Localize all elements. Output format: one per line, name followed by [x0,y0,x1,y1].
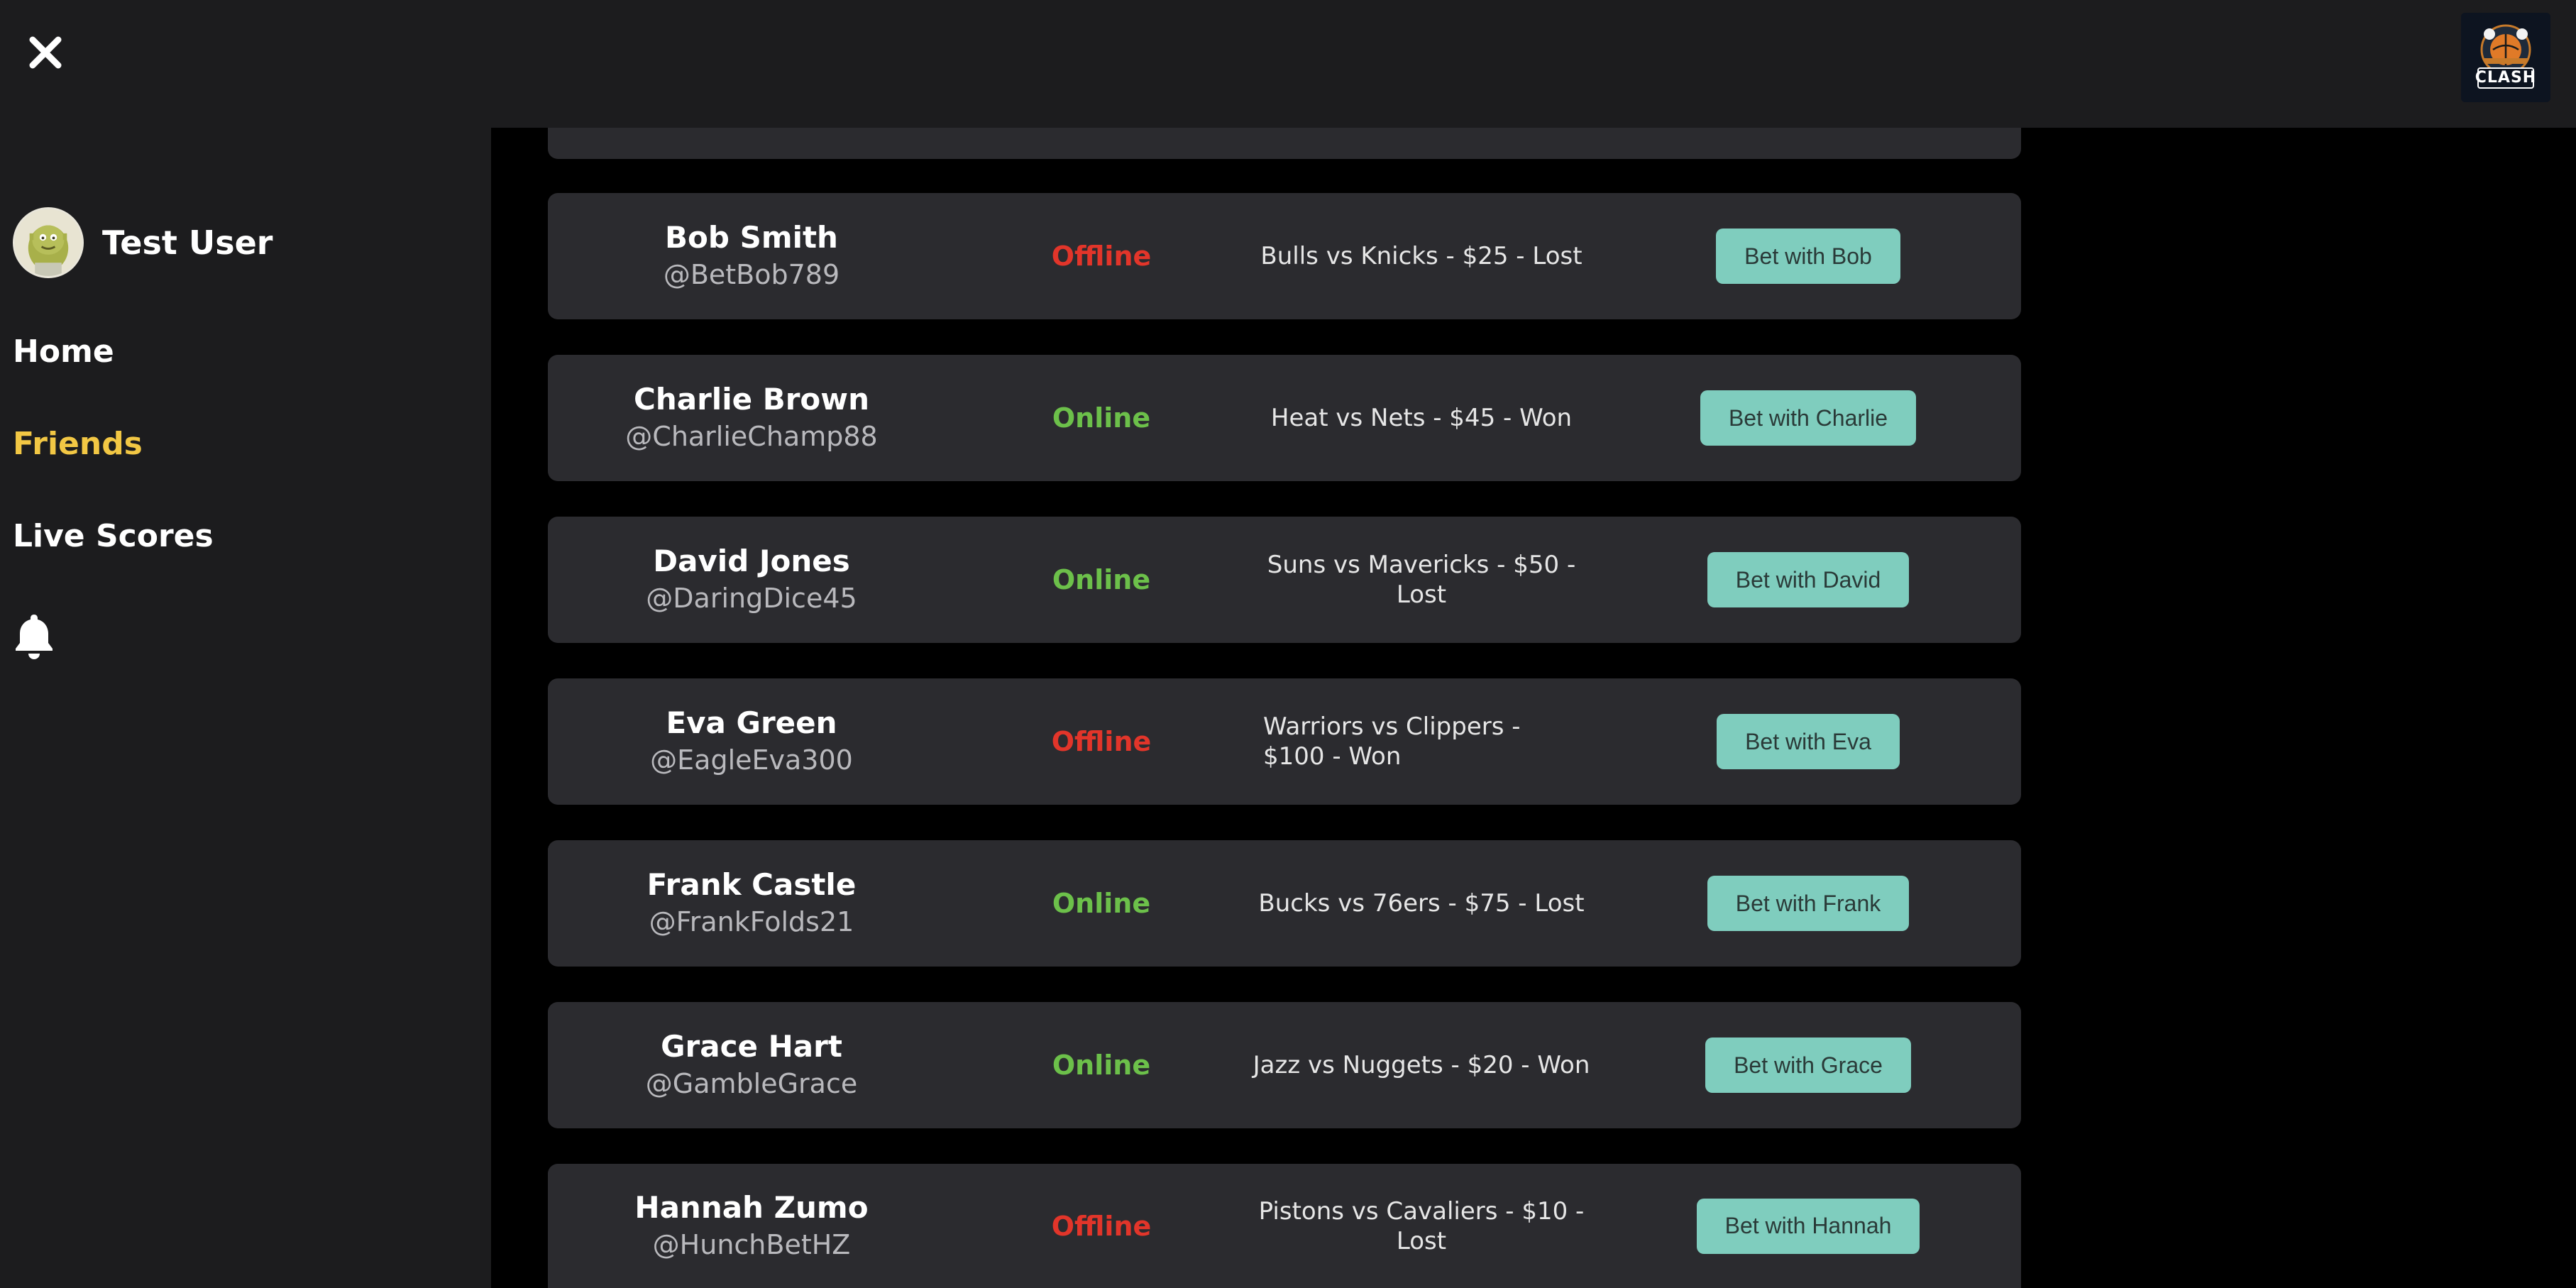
status-badge: Online [1052,1050,1151,1081]
bet-with-button[interactable]: Bet with David [1707,552,1910,607]
friend-row: Eva Green @EagleEva300 Offline Warriors … [548,678,2021,805]
user-profile[interactable]: Test User [13,207,273,278]
friend-handle: @DaringDice45 [646,583,857,614]
friend-handle: @HunchBetHZ [652,1228,851,1260]
app-logo[interactable]: CLASH [2461,13,2550,102]
friend-row: David Jones @DaringDice45 Online Suns vs… [548,517,2021,643]
avatar-image [15,209,82,276]
bet-with-button[interactable]: Bet with Frank [1707,876,1910,931]
bet-with-button[interactable]: Bet with Charlie [1700,390,1917,446]
friend-row: Charlie Brown @CharlieChamp88 Online Hea… [548,355,2021,481]
friend-action: Bet with Eva [1595,678,2021,805]
friend-name: Eva Green [666,705,837,740]
friend-identity: Frank Castle @FrankFolds21 [548,840,955,967]
status-badge: Online [1052,888,1151,919]
close-icon[interactable] [24,31,67,74]
friend-name: David Jones [653,544,850,578]
friend-handle: @CharlieChamp88 [625,421,878,452]
friend-action: Bet with Frank [1595,840,2021,967]
last-bet: Warriors vs Clippers - $100 - Won [1263,712,1521,771]
friend-name: Grace Hart [661,1029,842,1064]
user-name: Test User [102,224,273,262]
friend-name: Bob Smith [665,220,838,255]
friend-action: Bet with Bob [1595,193,2021,319]
friend-action: Bet with Charlie [1595,355,2021,481]
friend-handle: @EagleEva300 [650,744,853,776]
friend-handle: @FrankFolds21 [649,906,854,937]
bet-with-button[interactable]: Bet with Grace [1705,1037,1911,1093]
status-badge: Offline [1051,241,1152,272]
sidebar: Test User Home Friends Live Scores [0,0,491,1288]
friend-name: Charlie Brown [634,382,869,417]
top-bar: CLASH [0,0,2576,128]
nav-live-scores[interactable]: Live Scores [13,518,214,554]
last-bet: Pistons vs Cavaliers - $10 - Lost [1258,1196,1585,1255]
bet-with-button[interactable]: Bet with Eva [1717,714,1900,769]
status-badge: Offline [1051,726,1152,757]
status-badge: Online [1052,402,1151,434]
friend-row: Frank Castle @FrankFolds21 Online Bucks … [548,840,2021,967]
last-bet: Heat vs Nets - $45 - Won [1270,404,1573,432]
nav-home[interactable]: Home [13,334,114,370]
friend-identity: Eva Green @EagleEva300 [548,678,955,805]
bet-with-button[interactable]: Bet with Bob [1716,229,1900,284]
friend-identity: Hannah Zumo @HunchBetHZ [548,1164,955,1288]
nav-friends[interactable]: Friends [13,426,143,462]
friend-handle: @GambleGrace [645,1068,858,1099]
friend-action: Bet with Hannah [1595,1164,2021,1288]
bet-with-button[interactable]: Bet with Hannah [1696,1198,1920,1254]
last-bet: Suns vs Mavericks - $50 - Lost [1267,551,1576,609]
friend-identity: David Jones @DaringDice45 [548,517,955,643]
friend-identity: Grace Hart @GambleGrace [548,1002,955,1128]
friend-identity: Charlie Brown @CharlieChamp88 [548,355,955,481]
last-bet: Bulls vs Knicks - $25 - Lost [1260,242,1583,270]
last-bet: Bucks vs 76ers - $75 - Lost [1258,889,1585,918]
friend-row: Bob Smith @BetBob789 Offline Bulls vs Kn… [548,193,2021,319]
friend-handle: @BetBob789 [663,259,840,290]
bell-icon[interactable] [13,612,55,660]
logo-text: CLASH [2475,69,2537,87]
friend-row: Grace Hart @GambleGrace Online Jazz vs N… [548,1002,2021,1128]
friend-name: Hannah Zumo [634,1189,869,1225]
status-badge: Offline [1051,1210,1152,1242]
friend-name: Frank Castle [646,867,857,902]
friend-row: Hannah Zumo @HunchBetHZ Offline Pistons … [548,1164,2021,1288]
last-bet: Jazz vs Nuggets - $20 - Won [1253,1051,1590,1079]
friend-identity: Bob Smith @BetBob789 [548,193,955,319]
friend-action: Bet with David [1595,517,2021,643]
status-badge: Online [1052,564,1151,595]
avatar [13,207,84,278]
friend-action: Bet with Grace [1595,1002,2021,1128]
